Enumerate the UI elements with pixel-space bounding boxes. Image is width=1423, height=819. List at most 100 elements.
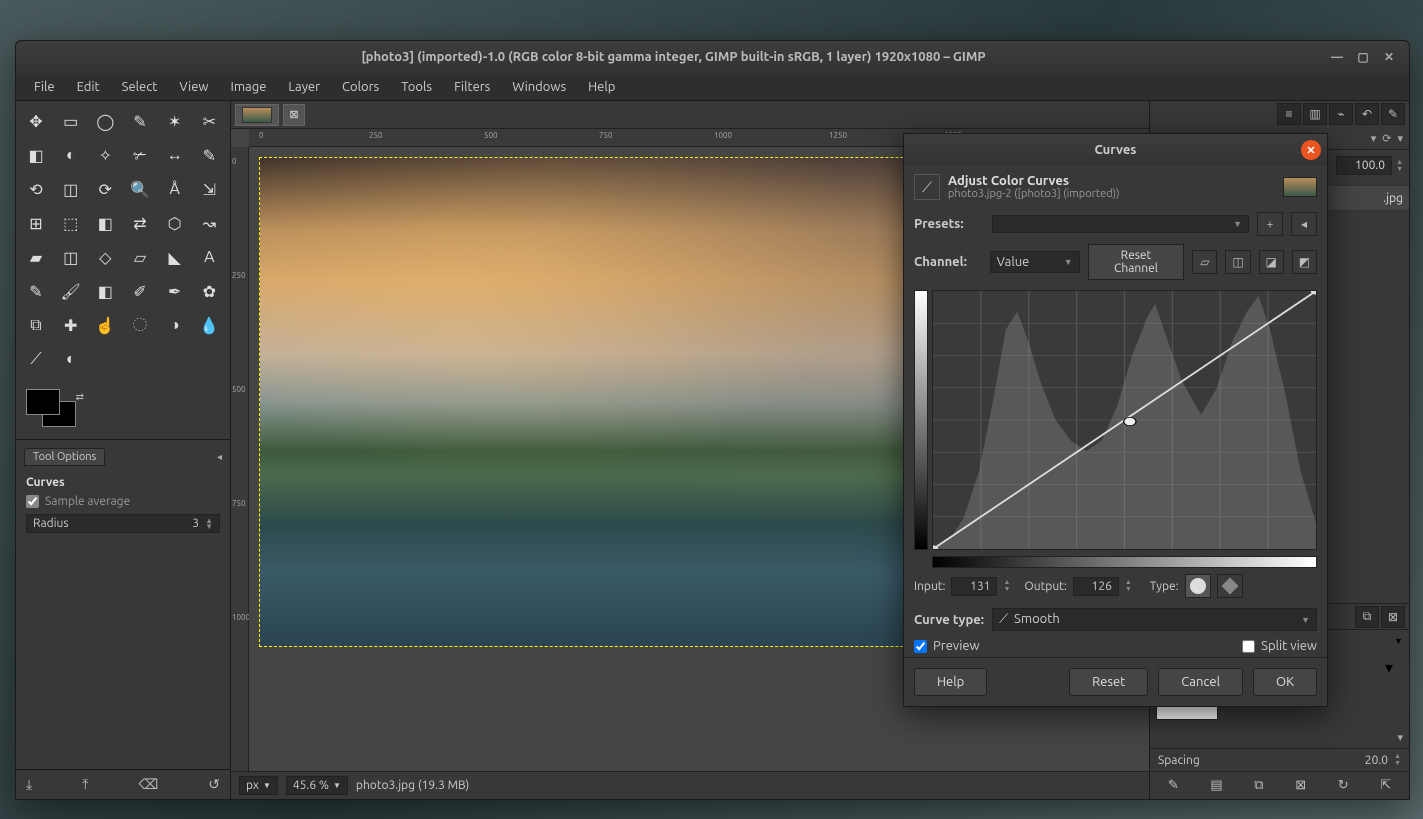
new-brush-icon[interactable]: ▤ [1210,778,1222,793]
blur-tool-icon[interactable]: ◌ [126,311,154,339]
preset-menu-icon[interactable]: ◂ [1291,212,1317,236]
refresh-icon[interactable]: ⟳ [1382,132,1391,145]
warp-tool-icon[interactable]: ↝ [195,209,223,237]
histogram-lin-icon[interactable]: ◪ [1259,250,1284,274]
paintbrush-tool-icon[interactable]: 🖌 [57,277,85,305]
handle-transform-icon[interactable]: ◇ [91,243,119,271]
curve-type-dropdown[interactable]: ⟋Smooth ▼ [992,608,1317,631]
smudge-tool-icon[interactable]: ☝ [91,311,119,339]
del-brush-icon[interactable]: ⊠ [1295,778,1306,793]
layers-tab-icon[interactable]: ≡ [1277,103,1301,125]
document-tab[interactable] [235,104,279,126]
point-type-corner-icon[interactable] [1217,574,1243,598]
close-doc-icon[interactable]: ⊠ [283,104,305,126]
menu-image[interactable]: Image [221,76,277,98]
by-color-tool-icon[interactable]: ◧ [22,141,50,169]
swap-colors-icon[interactable]: ⇄ [76,391,84,403]
collapse-icon[interactable]: ◂ [217,451,222,463]
save-options-icon[interactable]: ⤓ [26,776,32,793]
foreground-color-swatch[interactable] [26,389,60,415]
rotate-tool-icon[interactable]: ⟳ [91,175,119,203]
radius-slider[interactable]: Radius 3 ▲▼ [26,514,220,533]
bucket-tool-icon[interactable]: ▰ [22,243,50,271]
load-options-icon[interactable]: ⤒ [82,776,88,793]
expand2-icon[interactable]: ▾ [1397,132,1403,145]
flip-tool-icon[interactable]: ⇄ [126,209,154,237]
preview-checkbox[interactable] [914,640,927,653]
sample-average-checkbox[interactable] [26,495,39,508]
cancel-button[interactable]: Cancel [1158,668,1243,696]
point-type-smooth-icon[interactable] [1185,574,1211,598]
unified-transform-icon[interactable]: ◫ [57,243,85,271]
menu-help[interactable]: Help [578,76,625,98]
paths-tab-icon[interactable]: ⌁ [1329,103,1353,125]
brush-menu-icon[interactable]: ▾ [1385,658,1403,676]
move-tool-icon[interactable]: ✥ [22,107,50,135]
ruler-vertical[interactable]: 0 250 500 750 1000 [231,147,249,771]
menu-windows[interactable]: Windows [502,76,576,98]
delete-options-icon[interactable]: ⌫ [138,776,158,793]
duplicate-icon[interactable]: ⧉ [1355,606,1379,628]
text-tool-icon[interactable]: A [195,243,223,271]
menu-layer[interactable]: Layer [278,76,330,98]
scale-tool-icon[interactable]: ⬚ [57,209,85,237]
gradient-tool-icon[interactable]: ◣ [161,243,189,271]
airbrush-tool-icon[interactable]: ✐ [126,277,154,305]
expand-icon[interactable]: ▾ [1371,132,1377,145]
menu-select[interactable]: Select [112,76,168,98]
delete-icon[interactable]: ⊠ [1381,606,1405,628]
pencil-tool-icon[interactable]: ✎ [22,277,50,305]
reset-channel-button[interactable]: Reset Channel [1088,244,1185,280]
curves-tool-icon[interactable]: ⟋ [22,345,50,373]
crop-alt-tool-icon[interactable]: ◫ [57,175,85,203]
eraser-tool-icon[interactable]: ◧ [91,277,119,305]
ink-tool-icon[interactable]: ✒ [161,277,189,305]
curves-titlebar[interactable]: Curves ✕ [904,134,1327,166]
channel-dropdown[interactable]: Value▼ [990,251,1080,273]
reset-button[interactable]: Reset [1069,668,1148,696]
foreground-tool-icon[interactable]: ◐ [57,141,85,169]
opacity-value[interactable]: 100.0 [1336,156,1392,175]
menu-edit[interactable]: Edit [67,76,110,98]
rect-select-tool-icon[interactable]: ▭ [57,107,85,135]
reset-options-icon[interactable]: ↺ [208,776,220,793]
fuzzy-select-tool-icon[interactable]: ✶ [161,107,189,135]
crop-tool-icon[interactable]: ✃ [126,141,154,169]
zoom-tool-icon[interactable]: 🔍 [126,175,154,203]
levels-tool-icon[interactable]: ◐ [57,345,85,373]
tool-options-tab[interactable]: Tool Options [24,448,105,466]
input-value[interactable]: 131 [951,577,997,596]
refresh-brush-icon[interactable]: ↻ [1338,778,1349,793]
close-button[interactable]: ✕ [1379,47,1399,67]
3d-transform-icon[interactable]: ▱ [126,243,154,271]
spacing-row[interactable]: Spacing 20.0 ▲▼ [1150,748,1409,771]
brush-expand-icon[interactable]: ▾ [1397,731,1403,744]
close-icon[interactable]: ✕ [1301,140,1321,160]
menu-colors[interactable]: Colors [332,76,389,98]
lasso-tool-icon[interactable]: ✧ [91,141,119,169]
ok-button[interactable]: OK [1253,668,1317,696]
output-value[interactable]: 126 [1073,577,1119,596]
curve-canvas[interactable] [932,290,1317,550]
menu-view[interactable]: View [169,76,218,98]
chevron-down-icon[interactable]: ▼ [1394,636,1403,646]
curve-linear-icon[interactable]: ▱ [1192,250,1217,274]
menu-tools[interactable]: Tools [391,76,442,98]
split-view-checkbox[interactable] [1242,640,1255,653]
curve-log-icon[interactable]: ◫ [1225,250,1250,274]
measure-alt-icon[interactable]: Å [161,175,189,203]
add-preset-icon[interactable]: + [1257,212,1283,236]
zoom-selector[interactable]: 45.6 %▼ [286,776,348,795]
align-tool-icon[interactable]: ⊞ [22,209,50,237]
mypaint-tool-icon[interactable]: ✿ [195,277,223,305]
clone-tool-icon[interactable]: ⧉ [22,311,50,339]
histogram-log-icon[interactable]: ◩ [1292,250,1317,274]
menu-file[interactable]: File [24,76,65,98]
brush-tab-icon[interactable]: ✎ [1381,103,1405,125]
open-brush-icon[interactable]: ⇱ [1380,778,1391,793]
heal-tool-icon[interactable]: ✚ [57,311,85,339]
help-button[interactable]: Help [914,668,987,696]
menu-filters[interactable]: Filters [444,76,500,98]
color-swatch[interactable]: ⇄ [26,389,86,429]
free-select-tool-icon[interactable]: ✎ [126,107,154,135]
